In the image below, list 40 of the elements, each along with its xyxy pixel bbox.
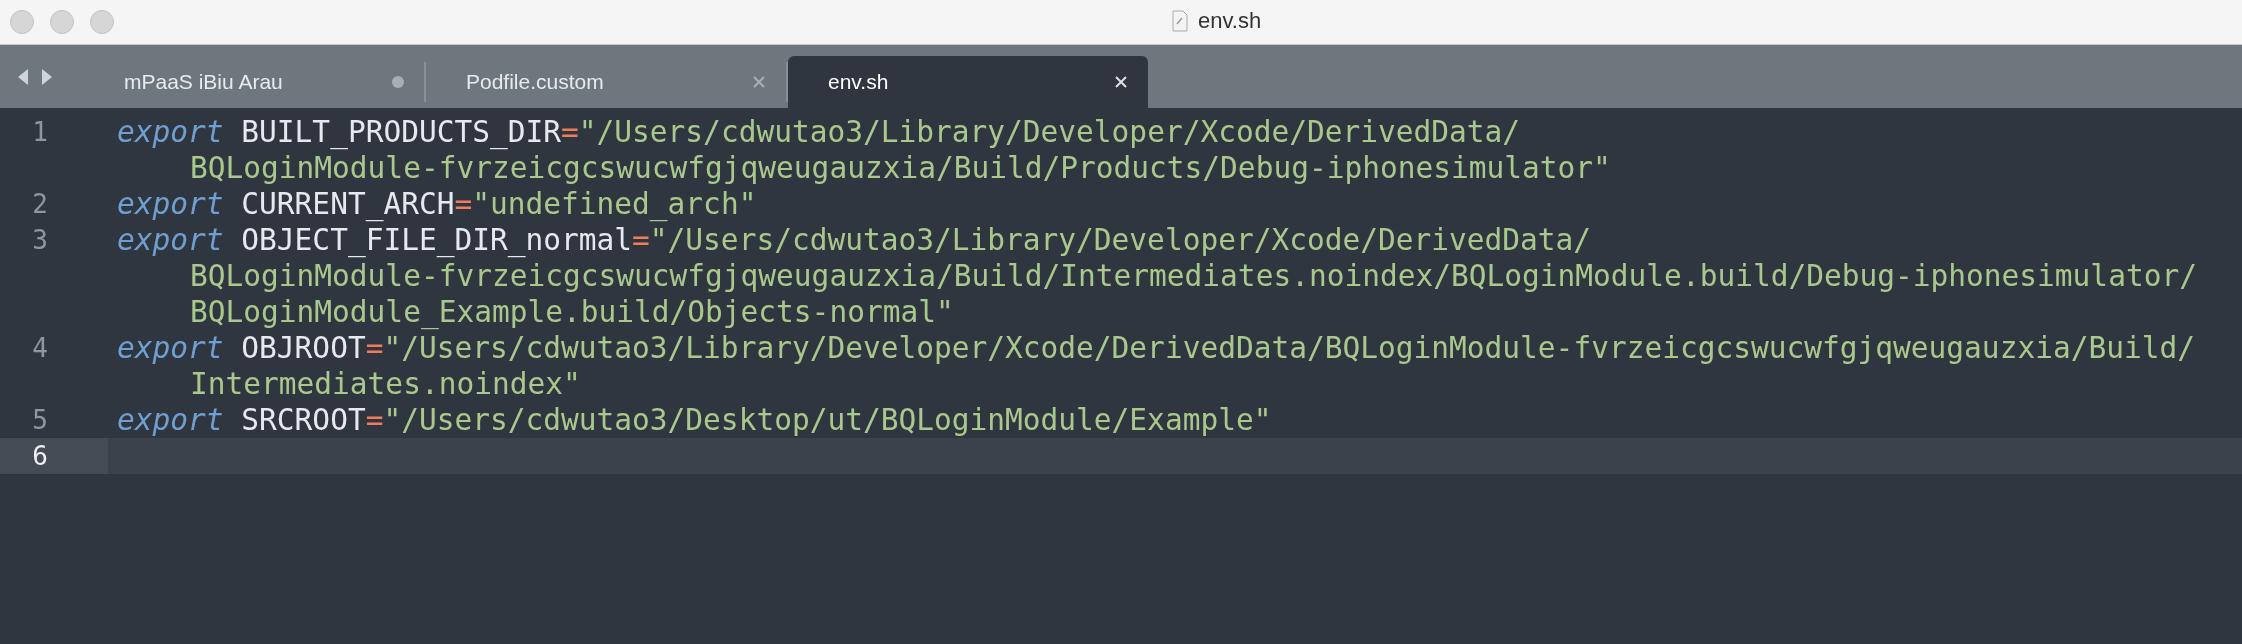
window-title: env.sh: [1198, 8, 1262, 34]
keyword: export: [117, 187, 224, 221]
zoom-button[interactable]: [90, 10, 114, 34]
operator: =: [632, 223, 650, 257]
back-arrow-icon[interactable]: [16, 67, 30, 86]
variable-name: SRCROOT: [241, 403, 366, 437]
string-literal: BQLoginModule-fvrzeicgcswucwfgjqweugauzxia/Build/Intermediates.noindex/BQLoginModule.build/Debug-iphonesimulator/: [190, 259, 2197, 293]
keyword: export: [117, 223, 224, 257]
operator: =: [365, 403, 384, 437]
variable-name: CURRENT_ARCH: [241, 187, 455, 221]
tab[interactable]: mPaaS iBiu Arau: [84, 62, 426, 102]
tab[interactable]: env.sh: [788, 56, 1148, 108]
close-button[interactable]: [10, 10, 34, 34]
line-number: 4: [32, 332, 49, 365]
line-number: 2: [32, 188, 49, 221]
string-literal: Intermediates.noindex": [190, 367, 581, 401]
string-literal: "/Users/cdwutao3/Library/Developer/Xcode/DerivedData/: [649, 223, 1592, 257]
variable-name: OBJROOT: [241, 331, 366, 365]
unsaved-dot-icon: [392, 76, 404, 88]
forward-arrow-icon[interactable]: [40, 67, 54, 86]
operator: =: [561, 115, 579, 149]
string-literal: "/Users/cdwutao3/Desktop/ut/BQLoginModule/Example": [383, 403, 1272, 437]
keyword: export: [117, 115, 224, 149]
string-literal: "/Users/cdwutao3/Library/Developer/Xcode/DerivedData/: [578, 115, 1521, 149]
string-literal: "undefined_arch": [472, 187, 757, 221]
line-number: 3: [32, 224, 49, 257]
line-number: 5: [32, 404, 49, 437]
keyword: export: [117, 331, 224, 365]
operator: =: [454, 187, 473, 221]
minimize-button[interactable]: [50, 10, 74, 34]
line-number: 1: [32, 116, 49, 149]
string-literal: "/Users/cdwutao3/Library/Developer/Xcode/DerivedData/BQLoginModule-fvrzeicgcswucwfgjqweugauzxia/Build/: [383, 331, 2195, 365]
string-literal: BQLoginModule-fvrzeicgcswucwfgjqweugauzxia/Build/Products/Debug-iphonesimulator": [190, 151, 1611, 185]
variable-name: OBJECT_FILE_DIR_normal: [241, 223, 633, 257]
document-icon: [1172, 10, 1188, 32]
keyword: export: [117, 403, 224, 437]
operator: =: [365, 331, 384, 365]
string-literal: BQLoginModule_Example.build/Objects-normal": [190, 295, 954, 329]
line-number: 6: [32, 440, 49, 473]
variable-name: BUILT_PRODUCTS_DIR: [241, 115, 562, 149]
